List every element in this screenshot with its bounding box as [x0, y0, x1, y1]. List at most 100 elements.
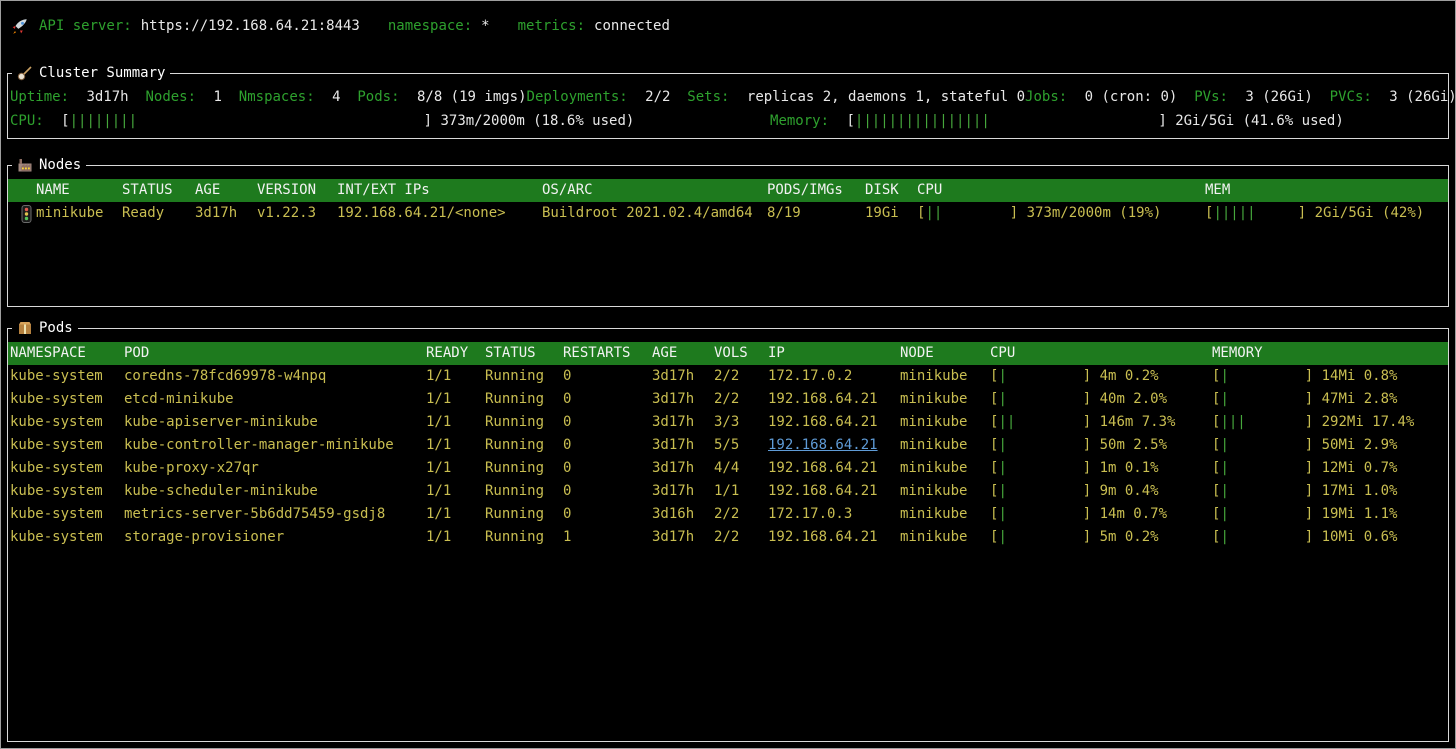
- gauge-value: 9m 0.4%: [1100, 483, 1159, 499]
- gauge-bracket-right: ]: [1083, 483, 1100, 499]
- pod-row[interactable]: kube-systemkube-scheduler-minikube1/1Run…: [8, 480, 1448, 503]
- stat-label: Nodes:: [145, 89, 196, 105]
- gauge-bars: |: [998, 437, 1006, 453]
- gauge-value: 4m 0.2%: [1100, 368, 1159, 384]
- gauge-value: 40m 2.0%: [1100, 391, 1167, 407]
- column-header-age: AGE: [652, 342, 714, 365]
- api-server-label: API server:: [39, 18, 132, 34]
- cluster-summary-panel-title: Cluster Summary: [12, 62, 170, 84]
- cell-age: 3d17h: [652, 480, 714, 503]
- stat-label: Jobs:: [1025, 89, 1067, 105]
- cell-pod: kube-controller-manager-minikube: [124, 434, 426, 457]
- pods-header-row: NAMESPACEPODREADYSTATUSRESTARTSAGEVOLSIP…: [8, 342, 1448, 365]
- pod-row[interactable]: kube-systemcoredns-78fcd69978-w4npq1/1Ru…: [8, 365, 1448, 388]
- gauge-label: Memory:: [770, 113, 829, 129]
- cell-memory: [| ] 47Mi 2.8%: [1212, 388, 1448, 411]
- cell-ready: 1/1: [426, 480, 485, 503]
- gauge-bars: |: [998, 368, 1006, 384]
- cell-pod: kube-apiserver-minikube: [124, 411, 426, 434]
- cell-age: 3d17h: [652, 365, 714, 388]
- node-row[interactable]: minikubeReady3d17hv1.22.3192.168.64.21/<…: [8, 202, 1448, 225]
- stat-label: PVs:: [1194, 89, 1228, 105]
- cell-memory: [| ] 17Mi 1.0%: [1212, 480, 1448, 503]
- gauge-value: 47Mi 2.8%: [1322, 391, 1398, 407]
- pod-row[interactable]: kube-systemkube-apiserver-minikube1/1Run…: [8, 411, 1448, 434]
- cell-namespace: kube-system: [10, 526, 124, 549]
- column-header-node: NODE: [900, 342, 990, 365]
- cell-node: minikube: [900, 365, 990, 388]
- metrics-label: metrics:: [518, 18, 585, 34]
- cell-vols: 2/2: [714, 526, 768, 549]
- cell-pod: etcd-minikube: [124, 388, 426, 411]
- cell-cpu: [|| ] 146m 7.3%: [990, 411, 1212, 434]
- gauge-bars: ||||||||: [70, 113, 137, 129]
- gauge-bracket-right: ]: [1305, 414, 1322, 430]
- factory-icon: [17, 157, 33, 173]
- pod-row[interactable]: kube-systemstorage-provisioner1/1Running…: [8, 526, 1448, 549]
- gauge-bars: |||: [1220, 414, 1245, 430]
- cell-restarts: 0: [563, 480, 652, 503]
- cell-memory: [| ] 19Mi 1.1%: [1212, 503, 1448, 526]
- pod-row[interactable]: kube-systemkube-proxy-x27qr1/1Running03d…: [8, 457, 1448, 480]
- summary-stats-line: Uptime: 3d17h Nodes: 1 Nmspaces: 4 Pods:…: [10, 85, 1444, 109]
- cell-node: minikube: [900, 411, 990, 434]
- cell-vols: 2/2: [714, 503, 768, 526]
- gauge-value: 14Mi 0.8%: [1322, 368, 1398, 384]
- cell-restarts: 1: [563, 526, 652, 549]
- summary-stat-group: Uptime: 3d17h Nodes: 1 Nmspaces: 4 Pods:…: [10, 85, 527, 109]
- cell-age: 3d17h: [652, 434, 714, 457]
- cell-ip[interactable]: 192.168.64.21: [768, 434, 900, 457]
- pod-memory-gauge: [| ] 47Mi 2.8%: [1212, 391, 1397, 407]
- cell-pod: kube-scheduler-minikube: [124, 480, 426, 503]
- pods-body: kube-systemcoredns-78fcd69978-w4npq1/1Ru…: [8, 365, 1448, 549]
- cell-cpu: [| ] 40m 2.0%: [990, 388, 1212, 411]
- node-mem-gauge: [||||| ] 2Gi/5Gi (42%): [1205, 205, 1424, 221]
- stat-label: Nmspaces:: [239, 89, 315, 105]
- cell-version: v1.22.3: [257, 202, 337, 225]
- gauge-value: 19Mi 1.1%: [1322, 506, 1398, 522]
- cell-age: 3d17h: [652, 411, 714, 434]
- stat-value: 3 (26Gi): [1245, 89, 1312, 105]
- column-header-spacer: [16, 179, 36, 202]
- pod-row[interactable]: kube-systemetcd-minikube1/1Running03d17h…: [8, 388, 1448, 411]
- cell-namespace: kube-system: [10, 503, 124, 526]
- cell-restarts: 0: [563, 434, 652, 457]
- gauge-bars: |: [1220, 437, 1228, 453]
- namespace-value[interactable]: *: [481, 18, 489, 34]
- pods-panel: Pods NAMESPACEPODREADYSTATUSRESTARTSAGEV…: [7, 328, 1449, 742]
- cell-vols: 2/2: [714, 388, 768, 411]
- stat-label: PVCs:: [1330, 89, 1372, 105]
- banjo-icon: [17, 65, 33, 81]
- gauge-bracket-right: ]: [1083, 368, 1100, 384]
- metrics-value: connected: [594, 18, 670, 34]
- gauge-bracket-right: ]: [1305, 368, 1322, 384]
- panel-title-text: Nodes: [39, 157, 81, 173]
- cell-mem: [||||| ] 2Gi/5Gi (42%): [1205, 202, 1448, 225]
- pod-memory-gauge: [| ] 12Mi 0.7%: [1212, 460, 1397, 476]
- gauge-bars: |: [998, 506, 1006, 522]
- cell-namespace: kube-system: [10, 434, 124, 457]
- api-server-value: https://192.168.64.21:8443: [141, 18, 360, 34]
- stat-label: Sets:: [687, 89, 729, 105]
- gauge-bracket-right: ]: [1305, 460, 1322, 476]
- node-cpu-gauge: [|| ] 373m/2000m (19%): [917, 205, 1161, 221]
- gauge-value: 1m 0.1%: [1100, 460, 1159, 476]
- pods-panel-title: Pods: [12, 317, 78, 339]
- stat-value: 2/2: [645, 89, 670, 105]
- gauge-bars: |: [1220, 529, 1228, 545]
- gauge-value: 5m 0.2%: [1100, 529, 1159, 545]
- cell-node: minikube: [900, 526, 990, 549]
- cell-ready: 1/1: [426, 457, 485, 480]
- gauge-bracket-right: ]: [1083, 391, 1100, 407]
- cell-memory: [| ] 12Mi 0.7%: [1212, 457, 1448, 480]
- gauge-value: 373m/2000m (18.6% used): [440, 113, 634, 129]
- gauge-bracket-right: ]: [1083, 437, 1100, 453]
- pod-row[interactable]: kube-systemmetrics-server-5b6dd75459-gsd…: [8, 503, 1448, 526]
- gauge-bars: |||||: [1213, 205, 1255, 221]
- nodes-panel: Nodes NAMESTATUSAGEVERSIONINT/EXT IPsOS/…: [7, 165, 1449, 307]
- column-header-int-ext-ips: INT/EXT IPs: [337, 179, 542, 202]
- cell-memory: [| ] 50Mi 2.9%: [1212, 434, 1448, 457]
- cell-age: 3d16h: [652, 503, 714, 526]
- pod-row[interactable]: kube-systemkube-controller-manager-minik…: [8, 434, 1448, 457]
- cell-cpu: [|| ] 373m/2000m (19%): [917, 202, 1205, 225]
